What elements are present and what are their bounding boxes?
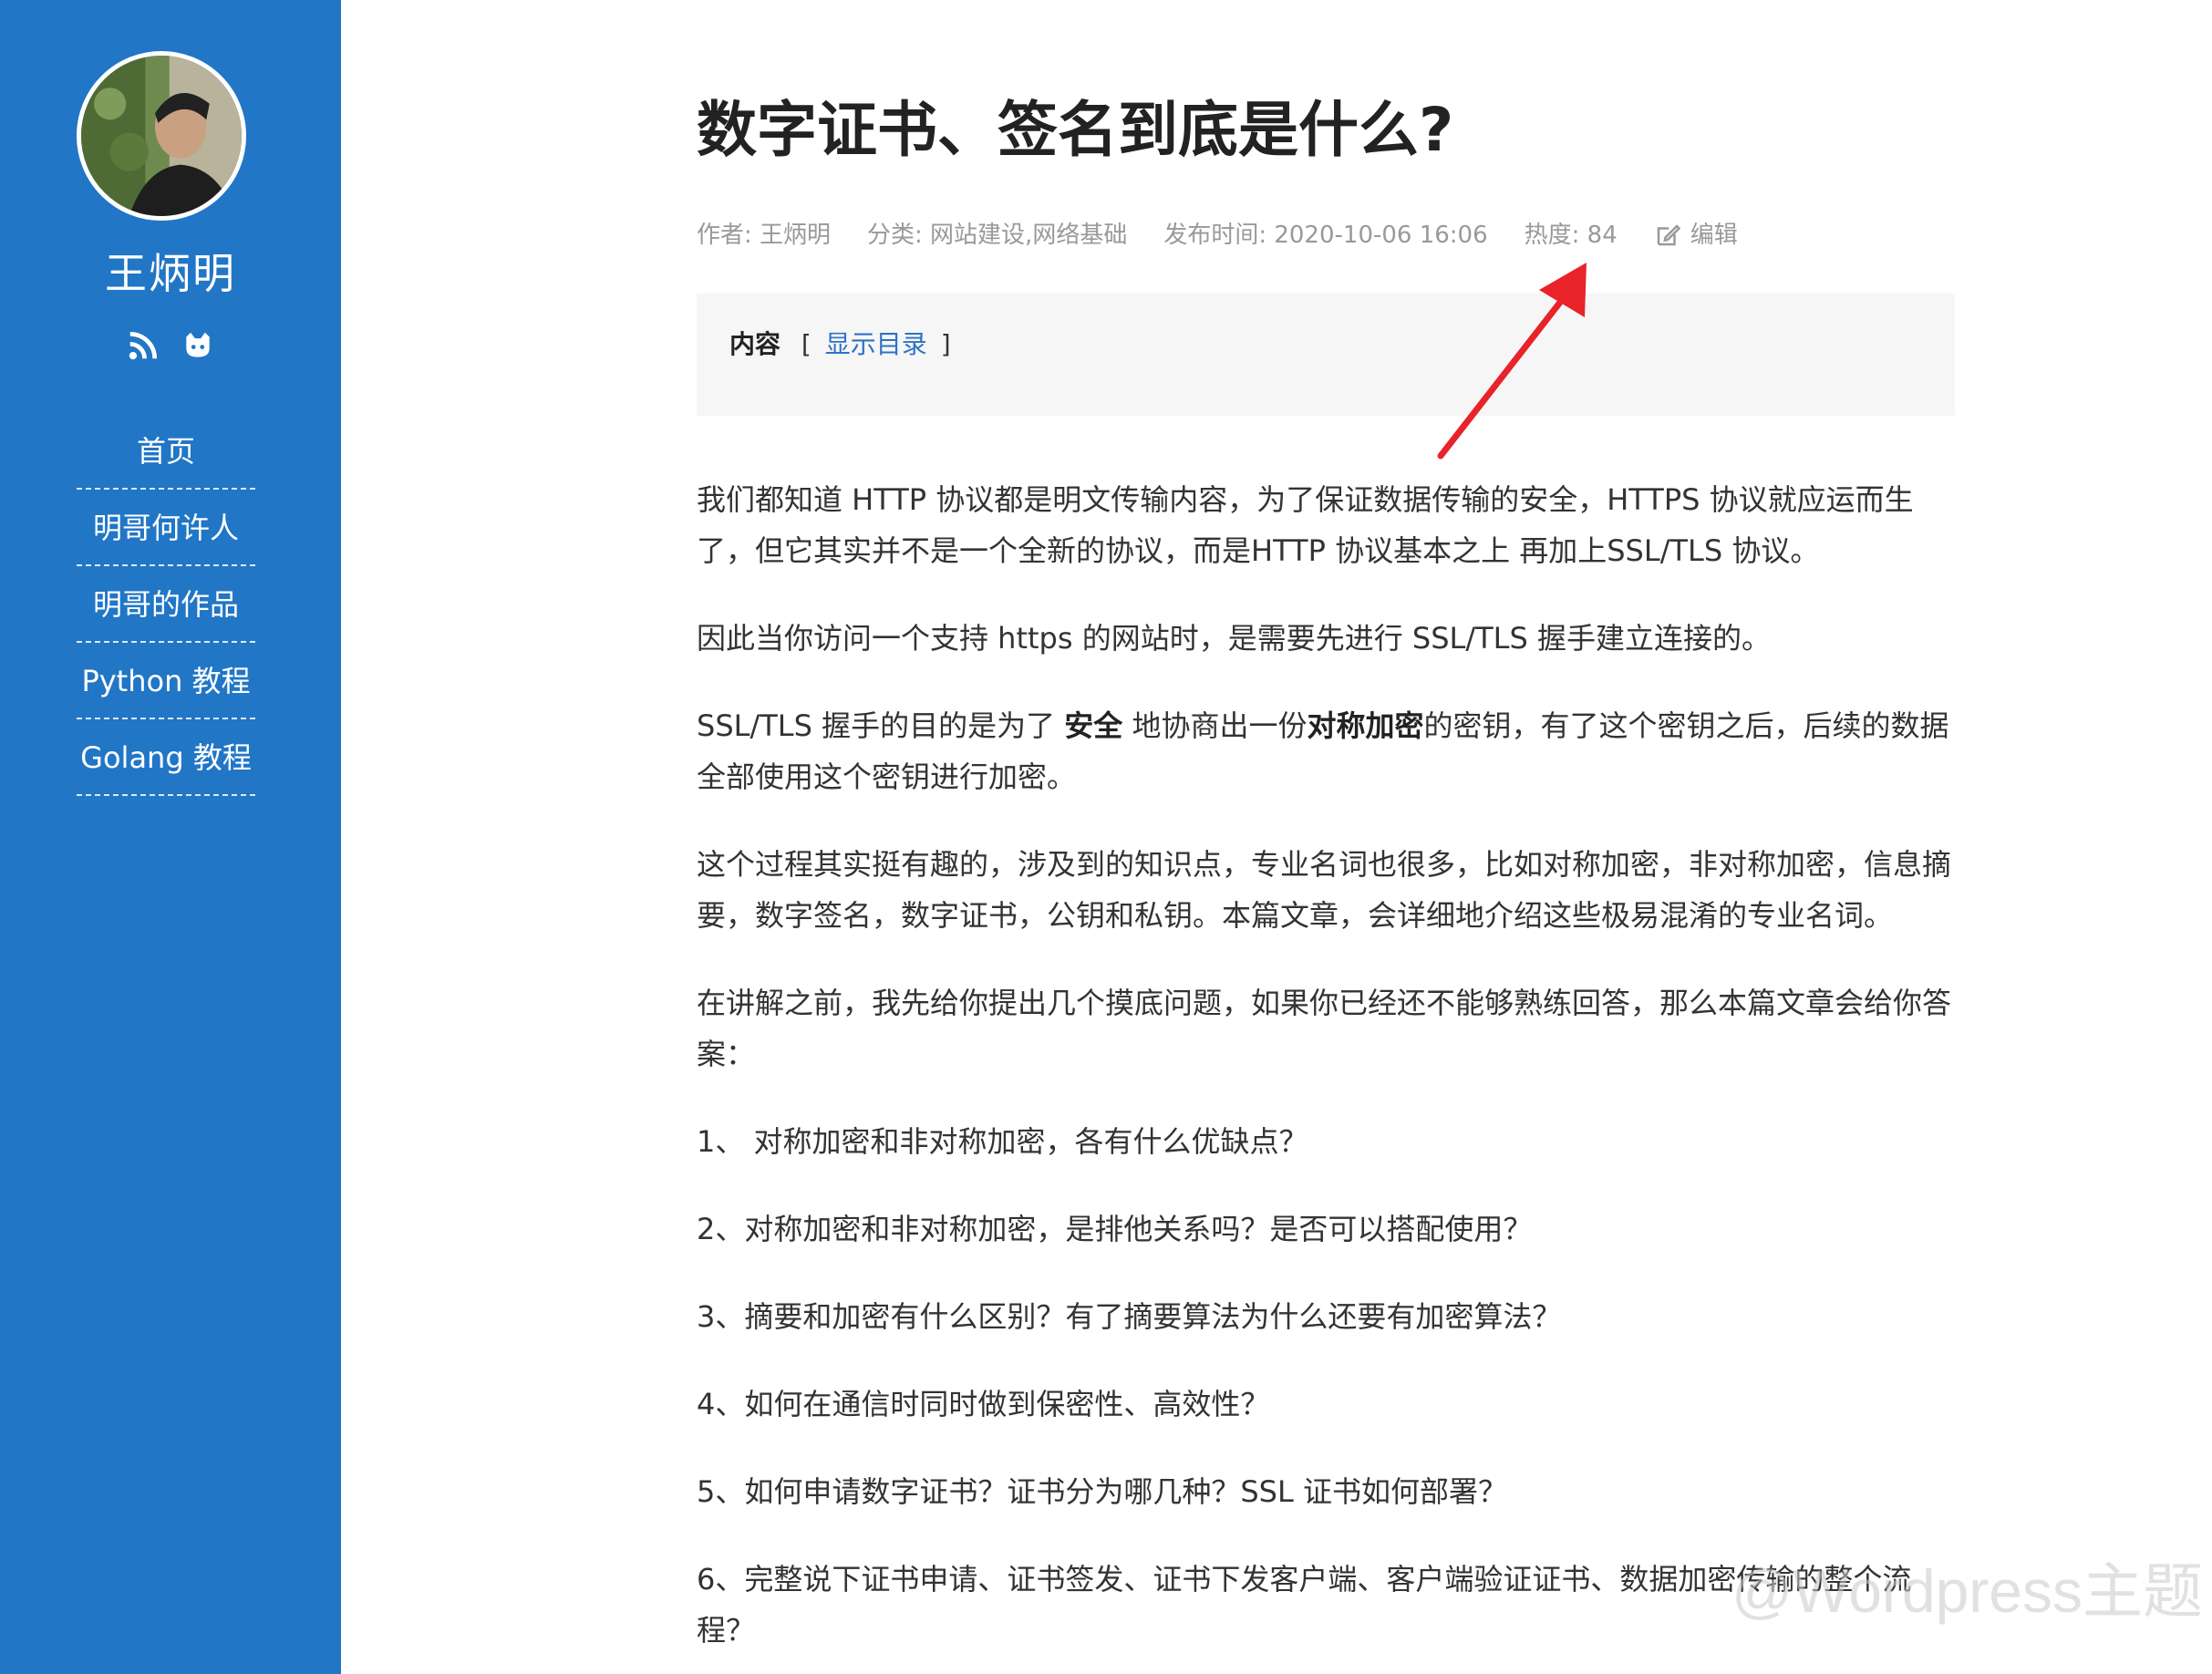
nav-item-golang-tutorial[interactable]: Golang 教程: [77, 721, 255, 796]
table-of-contents: 内容 [ 显示目录 ]: [697, 294, 1955, 416]
watermark: @Wordpress主题: [1731, 1557, 2203, 1625]
site-name[interactable]: 王炳明: [0, 246, 341, 301]
sidebar: 王炳明 首页 明哥何许人 明哥的作品 Python 教程 Golang 教程: [0, 0, 341, 1674]
bold-text: 对称加密: [1307, 708, 1424, 743]
toc-title: 内容: [729, 329, 781, 359]
list-item: 5、如何申请数字证书？证书分为哪几种？SSL 证书如何部署？: [697, 1474, 1507, 1509]
list-item: 3、摘要和加密有什么区别？有了摘要算法为什么还要有加密算法？: [697, 1299, 1562, 1334]
page: 王炳明 首页 明哥何许人 明哥的作品 Python 教程 Golang 教程 数…: [0, 0, 2212, 1674]
list-item: 1、 对称加密和非对称加密，各有什么优缺点？: [697, 1124, 1308, 1159]
rss-icon[interactable]: [126, 328, 160, 363]
toc-bracket-close: ]: [940, 329, 951, 359]
toc-toggle-link[interactable]: 显示目录: [825, 329, 927, 359]
list-item: 4、如何在通信时同时做到保密性、高效性？: [697, 1387, 1270, 1421]
github-icon[interactable]: [181, 328, 215, 363]
paragraph: 这个过程其实挺有趣的，涉及到的知识点，专业名词也很多，比如对称加密，非对称加密，…: [697, 847, 1952, 933]
meta-author: 作者: 王炳明: [697, 222, 832, 249]
nav-item-python-tutorial[interactable]: Python 教程: [77, 645, 255, 719]
meta-category: 分类: 网站建设,网络基础: [867, 222, 1128, 249]
text: SSL/TLS 握手的目的是为了: [697, 708, 1065, 743]
avatar[interactable]: [77, 51, 246, 221]
social-links: [0, 328, 341, 363]
edit-label: 编辑: [1690, 222, 1738, 249]
list-item: 2、对称加密和非对称加密，是排他关系吗？是否可以搭配使用？: [697, 1212, 1533, 1246]
paragraph-ssl: SSL/TLS 握手的目的是为了 安全 地协商出一份对称加密的密钥，有了这个密钥…: [697, 700, 1964, 802]
nav-item-works[interactable]: 明哥的作品: [77, 568, 255, 643]
sidebar-nav: 首页 明哥何许人 明哥的作品 Python 教程 Golang 教程: [77, 415, 255, 796]
edit-icon: [1657, 224, 1681, 246]
paragraph: 因此当你访问一个支持 https 的网站时，是需要先进行 SSL/TLS 握手建…: [697, 621, 1771, 656]
nav-item-about[interactable]: 明哥何许人: [77, 491, 255, 566]
article-body: 我们都知道 HTTP 协议都是明文传输内容，为了保证数据传输的安全，HTTPS …: [697, 474, 1964, 1674]
toc-bracket-open: [: [801, 329, 811, 359]
paragraph: 我们都知道 HTTP 协议都是明文传输内容，为了保证数据传输的安全，HTTPS …: [697, 482, 1914, 568]
bold-text: 安全: [1064, 708, 1123, 743]
annotation-arrow-icon: [1437, 263, 1587, 460]
avatar-photo-icon: [81, 56, 242, 216]
paragraph: 在讲解之前，我先给你提出几个摸底问题，如果你已经还不能够熟练回答，那么本篇文章会…: [697, 986, 1952, 1071]
nav-item-home[interactable]: 首页: [77, 415, 255, 490]
edit-link[interactable]: 编辑: [1654, 219, 1738, 252]
text: 地协商出一份: [1122, 708, 1308, 743]
article-title: 数字证书、签名到底是什么?: [697, 95, 1454, 165]
